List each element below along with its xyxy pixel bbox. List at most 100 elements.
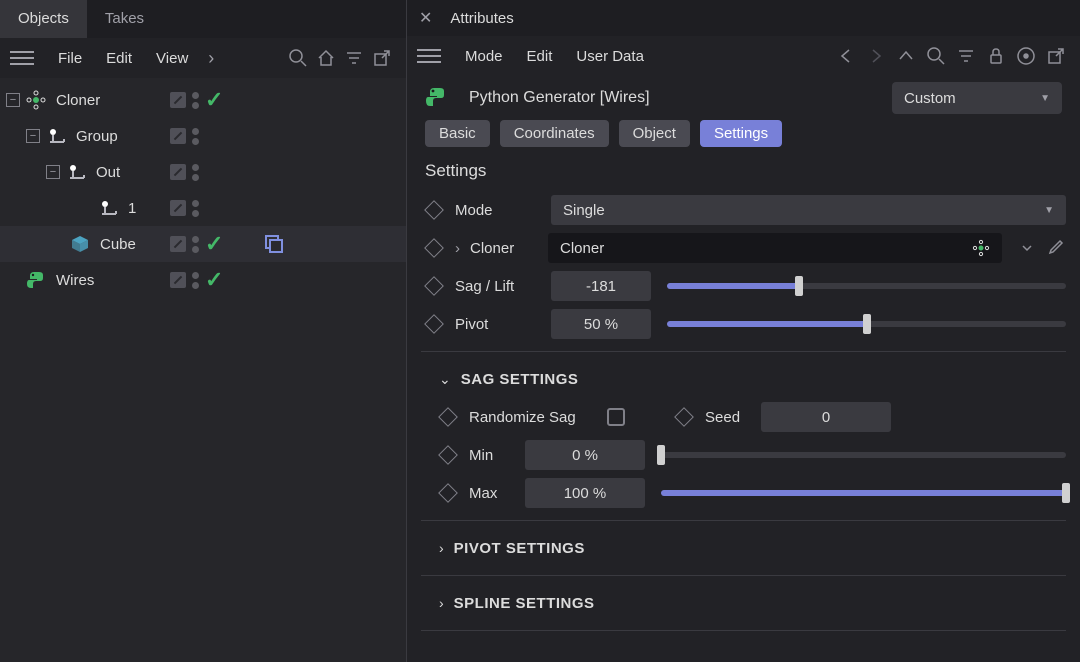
tree-item-cloner[interactable]: − Cloner ✓ (0, 82, 406, 118)
keyframe-diamond-icon[interactable] (438, 407, 458, 427)
tab-settings[interactable]: Settings (700, 120, 782, 147)
link-menu-icon[interactable] (1016, 237, 1038, 259)
hamburger-icon[interactable] (10, 46, 34, 70)
menu-edit[interactable]: Edit (515, 48, 565, 65)
tab-coordinates[interactable]: Coordinates (500, 120, 609, 147)
filter-icon[interactable] (952, 42, 980, 70)
max-input[interactable]: 100 % (525, 478, 645, 508)
popout-icon[interactable] (368, 44, 396, 72)
hamburger-icon[interactable] (417, 44, 441, 68)
home-icon[interactable] (312, 44, 340, 72)
randomize-checkbox[interactable] (607, 408, 625, 426)
expander-icon[interactable]: − (26, 129, 40, 143)
visibility-dots[interactable] (192, 164, 199, 181)
param-min: Min 0 % (435, 436, 1066, 474)
object-header: Python Generator [Wires] Custom ▼ (407, 76, 1080, 120)
menu-mode[interactable]: Mode (453, 48, 515, 65)
object-name[interactable]: 1 (128, 200, 136, 217)
keyframe-diamond-icon[interactable] (424, 276, 444, 296)
close-icon[interactable]: ✕ (419, 8, 432, 28)
visibility-dots[interactable] (192, 200, 199, 217)
sag-input[interactable]: -181 (551, 271, 651, 301)
keyframe-diamond-icon[interactable] (424, 200, 444, 220)
visibility-dots[interactable] (192, 128, 199, 145)
tab-objects[interactable]: Objects (0, 0, 87, 38)
mode-dropdown[interactable]: Single ▼ (551, 195, 1066, 225)
object-title: Python Generator [Wires] (469, 89, 650, 107)
param-label: Max (469, 485, 517, 502)
tree-item-group[interactable]: − Group (0, 118, 406, 154)
param-list: Mode Single ▼ › Cloner Cloner Sag (407, 191, 1080, 639)
group-spline-settings[interactable]: › SPLINE SETTINGS (421, 584, 1066, 622)
tree-item-wires[interactable]: Wires ✓ (0, 262, 406, 298)
min-slider[interactable] (661, 440, 1066, 470)
menu-edit[interactable]: Edit (94, 50, 144, 67)
keyframe-diamond-icon[interactable] (424, 238, 444, 258)
layer-toggle[interactable] (170, 272, 186, 288)
search-icon[interactable] (284, 44, 312, 72)
sag-slider[interactable] (667, 271, 1066, 301)
search-icon[interactable] (922, 42, 950, 70)
pivot-slider[interactable] (667, 309, 1066, 339)
menu-view[interactable]: View (144, 50, 200, 67)
group-pivot-settings[interactable]: › PIVOT SETTINGS (421, 529, 1066, 567)
cloner-link-field[interactable]: Cloner (548, 233, 1002, 263)
check-icon[interactable]: ✓ (205, 267, 223, 293)
lock-icon[interactable] (982, 42, 1010, 70)
check-icon[interactable]: ✓ (205, 87, 223, 113)
tree-item-cube[interactable]: Cube ✓ (0, 226, 406, 262)
visibility-dots[interactable] (192, 236, 199, 253)
popout-icon[interactable] (1042, 42, 1070, 70)
max-slider[interactable] (661, 478, 1066, 508)
param-randomize-sag: Randomize Sag Seed 0 (435, 398, 1066, 436)
keyframe-diamond-icon[interactable] (438, 483, 458, 503)
min-input[interactable]: 0 % (525, 440, 645, 470)
layer-toggle[interactable] (170, 236, 186, 252)
cloner-object-icon (972, 239, 990, 257)
object-name[interactable]: Out (96, 164, 120, 181)
panel-tabs: Objects Takes (0, 0, 406, 38)
phong-tag-icon[interactable] (265, 235, 283, 253)
chevron-right-icon[interactable]: › (455, 240, 460, 257)
layer-toggle[interactable] (170, 164, 186, 180)
object-name[interactable]: Cube (100, 236, 136, 253)
layout-dropdown[interactable]: Custom ▼ (892, 82, 1062, 114)
menu-userdata[interactable]: User Data (564, 48, 656, 65)
seed-input[interactable]: 0 (761, 402, 891, 432)
param-sag: Sag / Lift -181 (421, 267, 1066, 305)
layer-toggle[interactable] (170, 92, 186, 108)
group-sag-settings[interactable]: ⌄ SAG SETTINGS (421, 360, 1066, 398)
caret-down-icon: ▼ (1040, 93, 1050, 104)
tree-item-1[interactable]: 1 (0, 190, 406, 226)
tab-basic[interactable]: Basic (425, 120, 490, 147)
object-name[interactable]: Cloner (56, 92, 100, 109)
expander-icon[interactable]: − (6, 93, 20, 107)
pivot-input[interactable]: 50 % (551, 309, 651, 339)
nav-up-icon[interactable] (892, 42, 920, 70)
keyframe-diamond-icon[interactable] (438, 445, 458, 465)
attributes-panel: ✕ Attributes Mode Edit User Data Python … (407, 0, 1080, 662)
eyedropper-icon[interactable] (1044, 237, 1066, 259)
object-name[interactable]: Wires (56, 272, 94, 289)
visibility-dots[interactable] (192, 92, 199, 109)
layer-toggle[interactable] (170, 128, 186, 144)
nav-back-icon[interactable] (832, 42, 860, 70)
object-name[interactable]: Group (76, 128, 118, 145)
menu-file[interactable]: File (46, 50, 94, 67)
tab-object[interactable]: Object (619, 120, 690, 147)
tab-takes[interactable]: Takes (87, 0, 162, 38)
layer-toggle[interactable] (170, 200, 186, 216)
filter-icon[interactable] (340, 44, 368, 72)
keyframe-diamond-icon[interactable] (674, 407, 694, 427)
tree-item-out[interactable]: − Out (0, 154, 406, 190)
target-icon[interactable] (1012, 42, 1040, 70)
check-icon[interactable]: ✓ (205, 231, 223, 257)
nav-forward-icon[interactable] (862, 42, 890, 70)
param-label: Min (469, 447, 517, 464)
menu-overflow-chevron-icon[interactable]: › (200, 48, 222, 69)
cloner-object-icon (24, 88, 48, 112)
param-label: Randomize Sag (469, 409, 599, 426)
visibility-dots[interactable] (192, 272, 199, 289)
expander-icon[interactable]: − (46, 165, 60, 179)
keyframe-diamond-icon[interactable] (424, 314, 444, 334)
